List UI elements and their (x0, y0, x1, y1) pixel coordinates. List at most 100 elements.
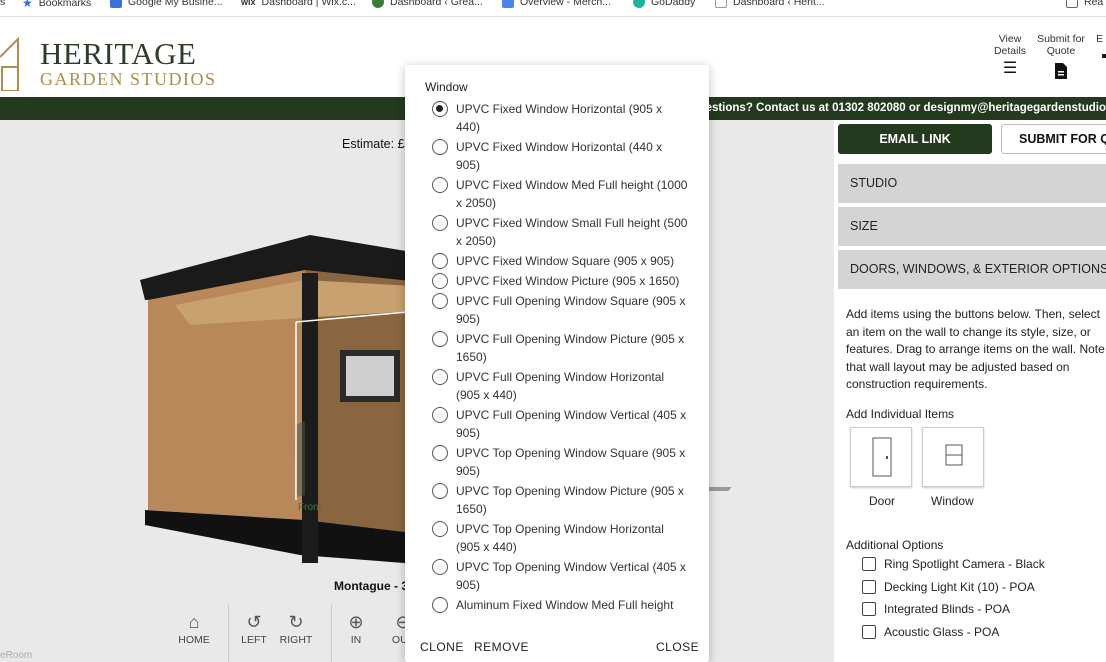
radio-unselected[interactable] (432, 521, 448, 537)
bookmark-item-bookmarks[interactable]: ★ Bookmarks (22, 0, 91, 10)
add-window-button[interactable] (922, 427, 984, 487)
window-option[interactable]: UPVC Full Opening Window Vertical (405 x… (405, 406, 709, 442)
radio-unselected[interactable] (432, 559, 448, 575)
bookmark-item-godaddy[interactable]: GoDaddy (633, 0, 695, 8)
bookmark-item-reading-list[interactable]: Rea (1066, 0, 1103, 8)
door-icon (872, 437, 892, 477)
add-items-heading: Add Individual Items (846, 407, 955, 421)
window-option[interactable]: UPVC Full Opening Window Horizontal (905… (405, 368, 709, 404)
bookmark-item-google[interactable]: Google My Busine... (110, 0, 223, 8)
star-icon: ★ (22, 0, 33, 10)
window-option[interactable]: UPVC Full Opening Window Picture (905 x … (405, 330, 709, 366)
instructions-text: Add items using the buttons below. Then,… (846, 307, 1105, 391)
radio-unselected[interactable] (432, 177, 448, 193)
radio-unselected[interactable] (432, 445, 448, 461)
window-option[interactable]: UPVC Top Opening Window Square (905 x 90… (405, 444, 709, 480)
window-option[interactable]: UPVC Fixed Window Small Full height (500… (405, 214, 709, 250)
radio-unselected[interactable] (432, 293, 448, 309)
rotate-right-icon: ↻ (288, 612, 304, 632)
window-option-label: UPVC Top Opening Window Picture (905 x 1… (456, 484, 684, 516)
email-link-label: E L (1096, 33, 1106, 45)
window-option[interactable]: UPVC Full Opening Window Square (905 x 9… (405, 292, 709, 328)
accordion-studio[interactable]: STUDIO (838, 164, 1106, 203)
radio-unselected[interactable] (432, 331, 448, 347)
window-option[interactable]: UPVC Top Opening Window Picture (905 x 1… (405, 482, 709, 518)
bookmark-item-heritage[interactable]: Dashboard ‹ Herit... (715, 0, 825, 8)
bookmark-item[interactable]: s (0, 0, 5, 8)
window-option[interactable]: UPVC Fixed Window Med Full height (1000 … (405, 176, 709, 212)
accordion-size[interactable]: SIZE (838, 207, 1106, 246)
bookmark-label: GoDaddy (651, 0, 696, 8)
add-door-button[interactable] (850, 427, 912, 487)
email-link-header-button[interactable]: E L ▪ (1094, 33, 1106, 65)
divider (228, 604, 229, 662)
window-option-label: UPVC Fixed Window Horizontal (440 x 905) (456, 140, 663, 172)
radio-unselected[interactable] (432, 215, 448, 231)
zoom-in-button[interactable]: ⊕ IN (342, 612, 370, 646)
submit-for-quote-header-button[interactable]: Submit for Quote (1037, 33, 1085, 81)
option-acoustic-glass[interactable]: Acoustic Glass - POA (862, 625, 999, 639)
model-name: Montague - 3 (334, 579, 408, 593)
checkbox[interactable] (862, 625, 876, 639)
modal-title: Window (425, 80, 468, 94)
bookmark-item-merchant[interactable]: Overview - Merch... (502, 0, 611, 8)
view-details-button[interactable]: View Details ☰ (990, 33, 1030, 77)
clone-button[interactable]: CLONE (420, 640, 464, 654)
checkbox[interactable] (862, 602, 876, 616)
bookmark-label: Google My Busine... (128, 0, 223, 8)
window-option[interactable]: UPVC Fixed Window Picture (905 x 1650) (405, 272, 709, 290)
radio-unselected[interactable] (432, 597, 448, 613)
rotate-right-button[interactable]: ↻ RIGHT (278, 612, 314, 646)
window-option[interactable]: Aluminum Fixed Window Med Full height (405, 596, 709, 614)
window-style-modal: Window UPVC Fixed Window Horizontal (905… (405, 65, 709, 662)
option-label: Acoustic Glass - POA (884, 625, 1000, 639)
home-button[interactable]: ⌂ HOME (176, 612, 212, 646)
rotate-right-label: RIGHT (279, 634, 313, 646)
option-integrated-blinds[interactable]: Integrated Blinds - POA (862, 602, 1010, 616)
window-option-label: UPVC Full Opening Window Square (905 x 9… (456, 294, 686, 326)
leaf-icon (372, 0, 384, 8)
zoom-in-label: IN (350, 634, 362, 646)
window-option-label: UPVC Top Opening Window Horizontal (905 … (456, 522, 664, 554)
radio-unselected[interactable] (432, 273, 448, 289)
window-option-label: UPVC Top Opening Window Square (905 x 90… (456, 446, 686, 478)
window-option[interactable]: UPVC Fixed Window Horizontal (905 x 440) (405, 100, 709, 136)
additional-options-heading: Additional Options (846, 538, 944, 552)
checkbox[interactable] (862, 557, 876, 571)
window-option[interactable]: UPVC Fixed Window Horizontal (440 x 905) (405, 138, 709, 174)
rotate-left-button[interactable]: ↺ LEFT (238, 612, 270, 646)
bookmark-item-wix[interactable]: wix Dashboard | Wix.c... (241, 0, 356, 8)
window-option-label: UPVC Full Opening Window Horizontal (905… (456, 370, 665, 402)
window-option-label: UPVC Full Opening Window Picture (905 x … (456, 332, 685, 364)
radio-unselected[interactable] (432, 369, 448, 385)
radio-unselected[interactable] (432, 253, 448, 269)
email-link-button[interactable]: EMAIL LINK (838, 124, 992, 154)
submit-for-quote-button[interactable]: SUBMIT FOR QUOTE (1001, 124, 1106, 154)
accordion-doors-windows[interactable]: DOORS, WINDOWS, & EXTERIOR OPTIONS (838, 250, 1106, 289)
studio-3d-model[interactable]: Front (130, 225, 430, 575)
radio-unselected[interactable] (432, 407, 448, 423)
document-icon (1037, 63, 1085, 81)
bookmark-label: Dashboard ‹ Herit... (733, 0, 825, 8)
checkbox[interactable] (862, 580, 876, 594)
window-option-label: UPVC Fixed Window Picture (905 x 1650) (456, 274, 680, 288)
window-option[interactable]: UPVC Top Opening Window Vertical (405 x … (405, 558, 709, 594)
option-label: Integrated Blinds - POA (884, 602, 1011, 616)
bookmark-item-great[interactable]: Dashboard ‹ Grea... (372, 0, 483, 8)
view-details-label: View Details (993, 33, 1027, 57)
option-label: Decking Light Kit (10) - POA (884, 580, 1035, 594)
radio-unselected[interactable] (432, 483, 448, 499)
radio-unselected[interactable] (432, 139, 448, 155)
window-options-list[interactable]: UPVC Fixed Window Horizontal (905 x 440)… (405, 97, 709, 627)
remove-button[interactable]: REMOVE (474, 640, 529, 654)
window-option[interactable]: UPVC Fixed Window Square (905 x 905) (405, 252, 709, 270)
house-logo-icon (0, 36, 19, 91)
door-label: Door (869, 494, 896, 508)
radio-selected[interactable] (432, 101, 448, 117)
window-option[interactable]: UPVC Top Opening Window Horizontal (905 … (405, 520, 709, 556)
window-icon (945, 444, 963, 466)
option-decking-light[interactable]: Decking Light Kit (10) - POA (862, 580, 1035, 594)
bookmark-label: Rea (1084, 0, 1104, 8)
option-ring-camera[interactable]: Ring Spotlight Camera - Black (862, 557, 1045, 571)
close-button[interactable]: CLOSE (656, 640, 699, 654)
